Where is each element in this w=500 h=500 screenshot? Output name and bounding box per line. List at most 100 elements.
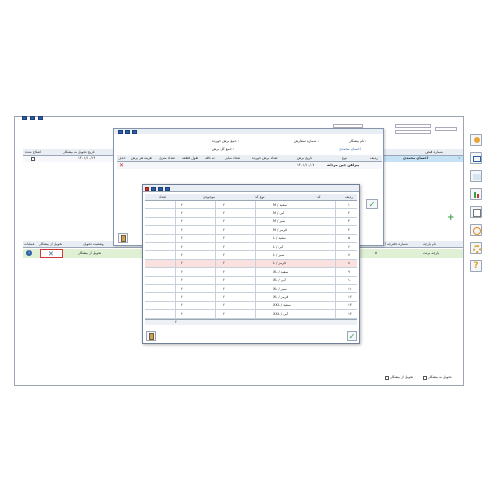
tools-icon: ✕ — [48, 250, 54, 258]
size-table-row[interactable]: ۲ ۲ M / سبز ۳ — [145, 217, 357, 227]
refresh-icon[interactable] — [470, 224, 482, 236]
size-row-no: ۷ — [348, 252, 350, 257]
order-tab-3[interactable] — [132, 129, 137, 134]
size-table-row[interactable]: ۲ ۲ L / قرمز ۸ — [145, 259, 357, 269]
size-table-body: ۲۲M / سفید ۱ ۲ ۲ M / آبی ۲ ۲ ۲ M / سبز ۳ ۲ ۲ M / قرم… — [145, 201, 357, 319]
lower-row-count: ۵ — [375, 251, 377, 255]
size-row-qty: ۲ — [181, 244, 183, 249]
size-row-avail: ۲ — [223, 286, 225, 291]
gear-icon[interactable] — [470, 242, 482, 254]
order-titlebar — [114, 129, 383, 134]
table-icon[interactable] — [470, 152, 482, 164]
list-icon[interactable] — [470, 170, 482, 182]
size-row-no: ۸ — [348, 261, 350, 266]
option-to-checkbox[interactable] — [423, 376, 427, 380]
size-table-row[interactable]: ۲ ۲ L / آبی ۶ — [145, 243, 357, 252]
size-dialog-titlebar — [143, 185, 359, 192]
size-row-avail: ۲ — [223, 252, 225, 257]
order-confirm-button[interactable]: ✓ — [366, 199, 378, 209]
users-icon[interactable] — [470, 134, 482, 146]
option-from-checkbox[interactable] — [385, 376, 389, 380]
size-confirm-button[interactable]: ✓ — [347, 331, 357, 341]
filter-field-3[interactable] — [395, 130, 431, 134]
size-table-row[interactable]: ۲ ۲ M / آبی ۲ — [145, 209, 357, 218]
size-table-row[interactable]: ۲ ۲ XL / سفید ۹ — [145, 268, 357, 277]
column-divider — [215, 234, 216, 243]
left-row-checkbox[interactable] — [31, 157, 35, 161]
left-header-date: تاریخ تحویل به بیشکار — [63, 150, 95, 154]
column-divider — [175, 301, 176, 311]
left-table-row[interactable]: ۱۴۰۱/۱۰/۱۴ — [23, 156, 118, 162]
column-divider — [215, 301, 216, 311]
column-divider — [215, 243, 216, 252]
exit-door-icon — [121, 235, 126, 242]
column-divider — [335, 209, 336, 218]
add-icon[interactable]: + — [447, 214, 455, 223]
column-divider — [255, 285, 256, 294]
column-divider — [335, 243, 336, 252]
size-row-qty: ۲ — [181, 269, 183, 274]
filter-field-4[interactable] — [435, 127, 457, 131]
order-table-row[interactable]: ✕ ۱۴۰۱/۱۰/۰۷ پیراهن جین مردانه — [117, 162, 382, 169]
size-row-avail: ۲ — [223, 236, 225, 241]
tab-button-3[interactable] — [38, 116, 43, 120]
size-dialog-tab-2[interactable] — [158, 186, 163, 191]
size-table-row[interactable]: ۲ ۲ XL / قرمز ۱۲ — [145, 293, 357, 302]
info-icon[interactable]: i — [26, 250, 32, 256]
report-icon[interactable] — [470, 206, 482, 218]
column-divider — [335, 301, 336, 311]
help-icon[interactable]: ? — [470, 260, 482, 272]
column-divider — [215, 293, 216, 302]
size-row-avail: ۲ — [223, 219, 225, 224]
column-divider — [255, 243, 256, 252]
tab-button-1[interactable] — [22, 116, 27, 120]
delete-icon[interactable]: ✕ — [119, 162, 124, 169]
size-row-avail: ۲ — [223, 294, 225, 299]
size-row-qty: ۲ — [181, 219, 183, 224]
size-dialog: تعداد موجودی نوع کد کد ردیف ۲۲M / سفید ۱ ۲… — [142, 184, 360, 344]
size-table-row[interactable]: ۲ ۲ M / قرمز ۴ — [145, 226, 357, 235]
size-table-row[interactable]: ۲ ۲ XL / سبز ۱۱ — [145, 285, 357, 294]
order-header-sizes: تعداد سایز — [225, 156, 241, 160]
column-divider — [255, 209, 256, 218]
order-field-worker-value: احسان محمدی — [339, 147, 361, 151]
filter-field-2[interactable] — [395, 124, 431, 128]
column-divider — [335, 293, 336, 302]
column-divider — [215, 285, 216, 294]
tab-button-2[interactable] — [30, 116, 35, 120]
size-row-code: L / قرمز — [273, 261, 286, 266]
size-row-qty: ۲ — [181, 286, 183, 291]
size-dialog-close[interactable] — [145, 186, 149, 191]
size-header-row: ردیف — [345, 195, 353, 199]
order-tab-2[interactable] — [125, 129, 130, 134]
size-row-qty: ۲ — [181, 311, 183, 316]
chart-icon[interactable] — [470, 188, 482, 200]
size-dialog-tab-1[interactable] — [151, 186, 156, 191]
size-row-code: XL / سفید — [273, 269, 289, 274]
size-row-avail: ۲ — [223, 227, 225, 232]
left-table-header: اصلاح شده تاریخ تحویل به بیشکار — [23, 149, 118, 156]
size-table-row[interactable]: ۲ ۲ XXL / آبی ۱۴ — [145, 310, 357, 319]
order-tab-1[interactable] — [118, 129, 123, 134]
left-header-edited: اصلاح شده — [25, 150, 42, 154]
right-header-receipt: شماره قبض — [425, 150, 443, 154]
size-table-row[interactable]: ۲ ۲ XXL / سفید ۱۳ — [145, 301, 357, 311]
column-divider — [175, 226, 176, 235]
column-divider — [335, 285, 336, 294]
column-divider — [175, 268, 176, 277]
column-divider — [335, 276, 336, 285]
size-exit-button[interactable] — [146, 331, 156, 341]
bottom-options: تحویل از بیشکار تحویل به بیشکار — [385, 375, 460, 381]
lower-row-fabric: پارچه برنت — [423, 251, 440, 255]
column-divider — [175, 276, 176, 285]
size-table-row[interactable]: ۲ ۲ M / سفید ۱ — [145, 201, 357, 210]
size-table-row[interactable]: ۲ ۲ L / سفید ۵ — [145, 234, 357, 243]
column-divider — [335, 268, 336, 277]
size-table-row[interactable]: ۲ ۲ XL / آبی ۱۰ — [145, 276, 357, 285]
delivery-tool-button[interactable]: ✕ — [40, 249, 63, 258]
size-dialog-tab-3[interactable] — [165, 186, 170, 191]
size-row-avail: ۲ — [223, 244, 225, 249]
order-exit-button[interactable] — [118, 233, 128, 243]
size-table-row[interactable]: ۲ ۲ L / سبز ۷ — [145, 251, 357, 260]
size-row-code: XL / سبز — [273, 286, 287, 291]
